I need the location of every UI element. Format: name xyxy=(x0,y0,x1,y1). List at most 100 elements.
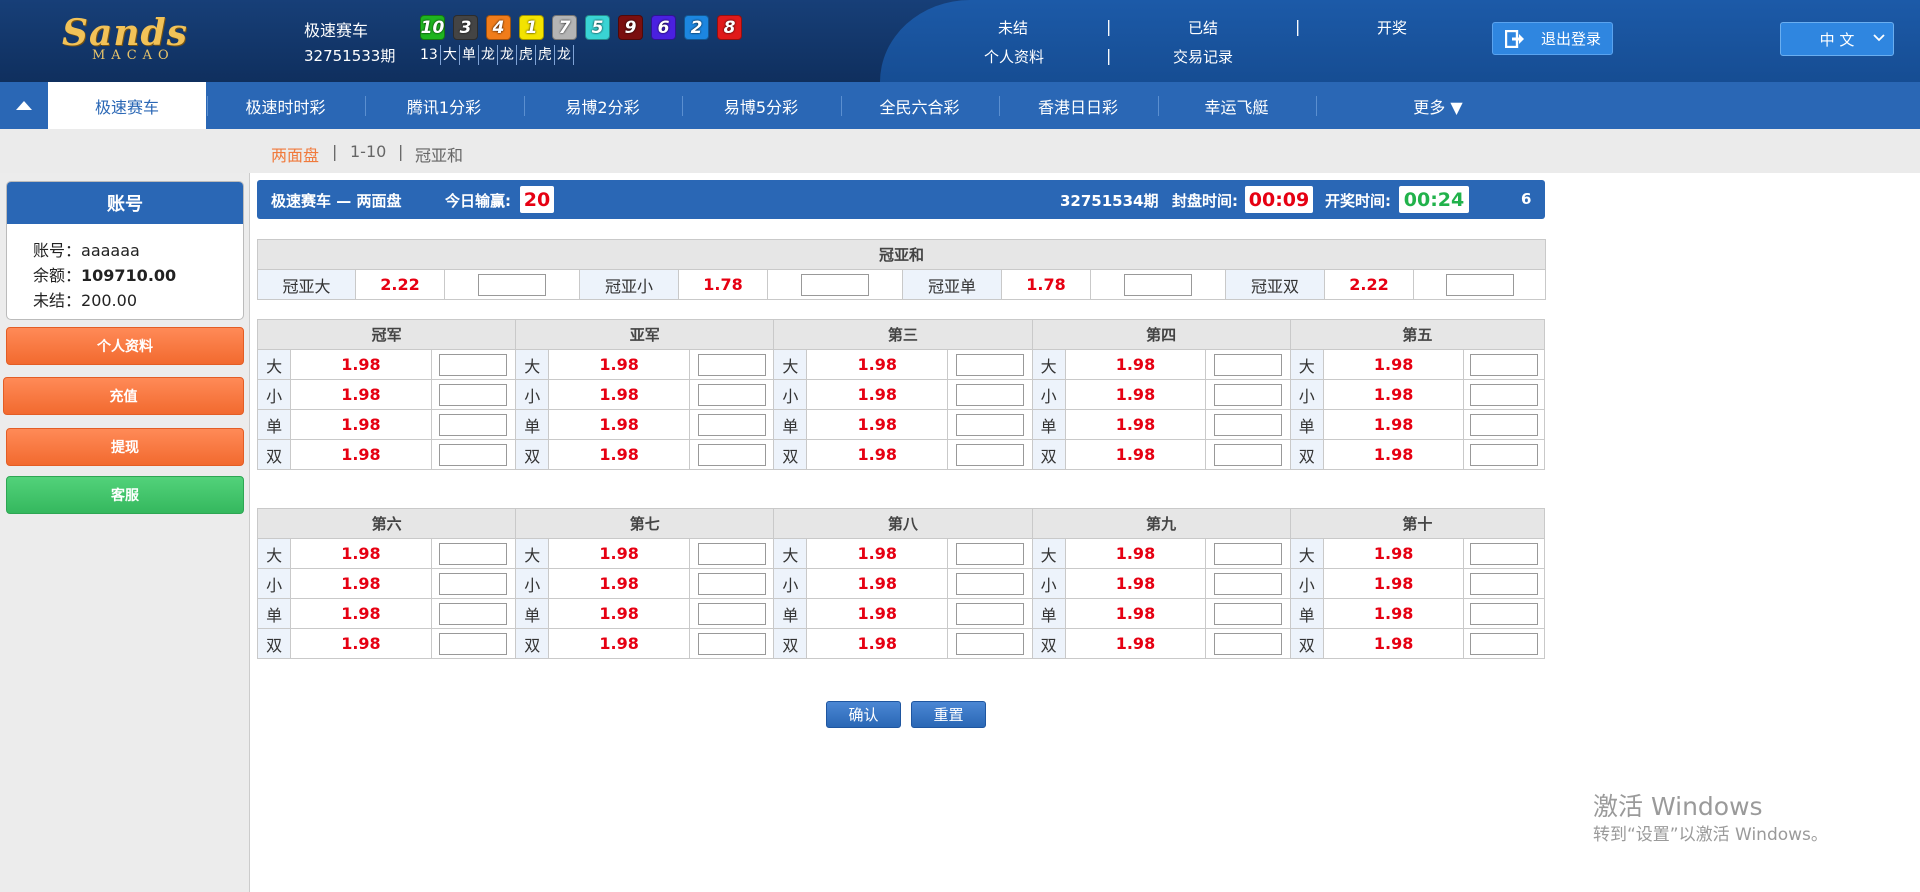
bet-odds[interactable]: 1.98 xyxy=(1322,379,1465,410)
bet-amount-input[interactable] xyxy=(955,632,1024,655)
bet-amount-input[interactable] xyxy=(697,542,766,565)
bet-odds[interactable]: 1.98 xyxy=(1064,538,1207,569)
bet-amount-input[interactable] xyxy=(439,542,508,565)
bet-amount-input[interactable] xyxy=(1124,273,1192,296)
bet-odds[interactable]: 1.98 xyxy=(290,349,432,380)
bet-odds[interactable]: 1.98 xyxy=(1322,349,1465,380)
bet-amount-input[interactable] xyxy=(1470,443,1539,466)
bet-amount-input[interactable] xyxy=(1470,602,1539,625)
bet-odds[interactable]: 1.98 xyxy=(1064,349,1207,380)
bet-amount-input[interactable] xyxy=(955,443,1024,466)
bet-odds[interactable]: 1.98 xyxy=(806,628,949,659)
bet-amount-input[interactable] xyxy=(1470,383,1539,406)
profile-button[interactable]: 个人资料 xyxy=(6,327,244,365)
bet-amount-input[interactable] xyxy=(1213,602,1282,625)
bet-amount-input[interactable] xyxy=(1445,273,1514,296)
language-select[interactable]: 中 文 xyxy=(1780,22,1894,56)
bet-amount-input[interactable] xyxy=(697,383,766,406)
bet-amount-input[interactable] xyxy=(1213,383,1282,406)
bet-odds[interactable]: 1.98 xyxy=(1322,598,1465,629)
bet-amount-input[interactable] xyxy=(697,632,766,655)
bet-odds[interactable]: 1.98 xyxy=(548,379,690,410)
bet-amount-input[interactable] xyxy=(697,602,766,625)
nav-tab-game[interactable]: 香港日日彩 xyxy=(999,82,1157,129)
bet-odds[interactable]: 1.98 xyxy=(1064,598,1207,629)
bet-amount-input[interactable] xyxy=(955,383,1024,406)
nav-tab-game[interactable]: 极速赛车 xyxy=(48,82,206,129)
bet-odds[interactable]: 1.98 xyxy=(1064,379,1207,410)
bet-amount-input[interactable] xyxy=(955,542,1024,565)
bet-odds[interactable]: 1.98 xyxy=(806,379,949,410)
bet-odds[interactable]: 1.98 xyxy=(1064,628,1207,659)
bet-odds[interactable]: 1.98 xyxy=(290,598,432,629)
bet-odds[interactable]: 1.98 xyxy=(548,628,690,659)
tab-1-10[interactable]: 1-10 xyxy=(350,142,386,161)
reset-button[interactable]: 重置 xyxy=(911,701,986,728)
bet-odds[interactable]: 2.22 xyxy=(1324,269,1414,300)
withdraw-button[interactable]: 提现 xyxy=(6,428,244,466)
bet-amount-input[interactable] xyxy=(955,413,1024,436)
nav-tab-game[interactable]: 幸运飞艇 xyxy=(1158,82,1316,129)
bet-amount-input[interactable] xyxy=(801,273,869,296)
confirm-button[interactable]: 确认 xyxy=(826,701,901,728)
bet-amount-input[interactable] xyxy=(1213,632,1282,655)
bet-odds[interactable]: 1.98 xyxy=(290,538,432,569)
bet-odds[interactable]: 1.98 xyxy=(1064,409,1207,440)
bet-amount-input[interactable] xyxy=(439,572,508,595)
bet-odds[interactable]: 1.98 xyxy=(806,349,949,380)
bet-amount-input[interactable] xyxy=(1213,353,1282,376)
bet-odds[interactable]: 1.98 xyxy=(548,598,690,629)
bet-odds[interactable]: 1.98 xyxy=(806,409,949,440)
nav-tab-game[interactable]: 易博5分彩 xyxy=(682,82,840,129)
bet-odds[interactable]: 1.98 xyxy=(548,349,690,380)
bet-odds[interactable]: 1.98 xyxy=(806,439,949,470)
bet-odds[interactable]: 1.98 xyxy=(1322,628,1465,659)
profile-link[interactable]: 个人资料 xyxy=(984,46,1044,67)
bet-amount-input[interactable] xyxy=(1470,542,1539,565)
bet-amount-input[interactable] xyxy=(439,383,508,406)
bet-amount-input[interactable] xyxy=(1213,413,1282,436)
logout-button[interactable]: 退出登录 xyxy=(1492,22,1613,55)
bet-amount-input[interactable] xyxy=(1470,353,1539,376)
nav-tab-game[interactable]: 极速时时彩 xyxy=(207,82,365,129)
bet-odds[interactable]: 1.98 xyxy=(290,568,432,599)
deposit-button[interactable]: 充值 xyxy=(3,377,244,415)
nav-tab-game[interactable]: 易博2分彩 xyxy=(524,82,682,129)
bet-odds[interactable]: 1.98 xyxy=(806,568,949,599)
bet-odds[interactable]: 1.98 xyxy=(1322,568,1465,599)
bet-odds[interactable]: 1.98 xyxy=(1064,439,1207,470)
bet-amount-input[interactable] xyxy=(1213,572,1282,595)
bet-odds[interactable]: 1.98 xyxy=(548,439,690,470)
unsettled-link[interactable]: 未结 xyxy=(998,17,1028,38)
bet-odds[interactable]: 1.98 xyxy=(806,598,949,629)
bet-odds[interactable]: 1.98 xyxy=(290,439,432,470)
sands-macao-logo[interactable]: Sands MACAO xyxy=(62,12,202,64)
bet-amount-input[interactable] xyxy=(1213,542,1282,565)
settled-link[interactable]: 已结 xyxy=(1188,17,1218,38)
bet-amount-input[interactable] xyxy=(1470,572,1539,595)
bet-odds[interactable]: 1.98 xyxy=(548,538,690,569)
bet-odds[interactable]: 1.98 xyxy=(1064,568,1207,599)
bet-amount-input[interactable] xyxy=(1470,413,1539,436)
collapse-arrow-up-icon[interactable] xyxy=(0,82,48,129)
bet-amount-input[interactable] xyxy=(697,413,766,436)
tab-two-sided[interactable]: 两面盘 xyxy=(271,142,319,166)
bet-amount-input[interactable] xyxy=(697,353,766,376)
customer-service-button[interactable]: 客服 xyxy=(6,476,244,514)
bet-amount-input[interactable] xyxy=(955,572,1024,595)
bet-odds[interactable]: 1.98 xyxy=(806,538,949,569)
bet-amount-input[interactable] xyxy=(439,413,508,436)
bet-odds[interactable]: 1.98 xyxy=(1322,538,1465,569)
bet-odds[interactable]: 1.98 xyxy=(290,628,432,659)
bet-amount-input[interactable] xyxy=(697,572,766,595)
nav-tab-game[interactable]: 腾讯1分彩 xyxy=(365,82,523,129)
bet-odds[interactable]: 1.78 xyxy=(678,269,768,300)
bet-amount-input[interactable] xyxy=(439,602,508,625)
bet-odds[interactable]: 1.98 xyxy=(290,409,432,440)
bet-odds[interactable]: 1.98 xyxy=(548,409,690,440)
draw-results-link[interactable]: 开奖 xyxy=(1377,17,1407,38)
bet-odds[interactable]: 1.98 xyxy=(548,568,690,599)
bet-amount-input[interactable] xyxy=(1213,443,1282,466)
bet-amount-input[interactable] xyxy=(955,353,1024,376)
bet-odds[interactable]: 1.98 xyxy=(290,379,432,410)
